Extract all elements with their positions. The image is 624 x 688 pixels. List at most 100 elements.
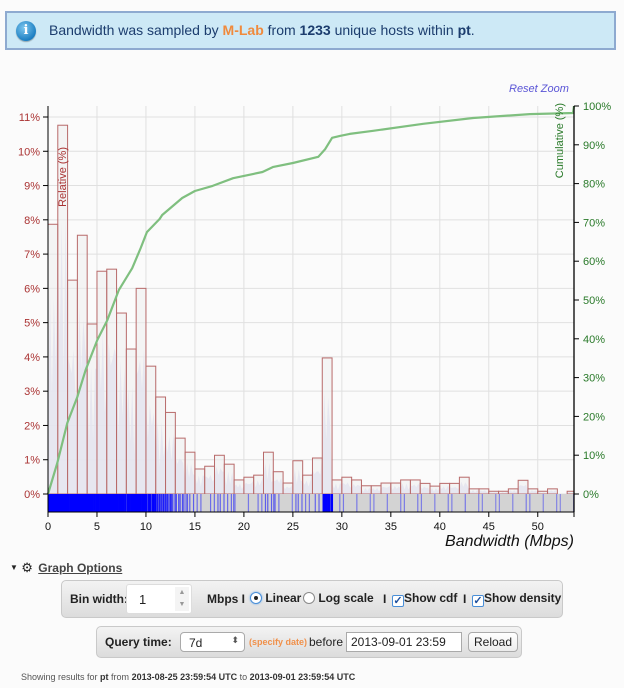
histogram-bar <box>223 463 235 495</box>
histogram-bar <box>145 365 157 495</box>
rug-tick <box>273 494 275 512</box>
results-summary: Showing results for pt from 2013-08-25 2… <box>21 672 355 682</box>
graph-options-link[interactable]: Graph Options <box>38 561 122 575</box>
linear-radio[interactable] <box>250 592 262 604</box>
bandwidth-histogram-chart[interactable]: 0% 1% 2% 3% 4% 5% 6% 7% 8% 9% 10% 11% 0% 10% 20% 30% 40%… <box>0 80 624 560</box>
rug-tick <box>451 494 453 512</box>
stepper-arrows[interactable]: ▲ ▼ <box>175 587 189 611</box>
rug-tick <box>148 494 150 512</box>
rug-tick <box>84 494 86 512</box>
rug-tick <box>230 494 232 512</box>
y-tick-label-left: 11% <box>19 112 40 124</box>
y-axis-label-right: Cumulative (%) <box>554 103 566 178</box>
rug-tick <box>71 494 73 512</box>
rug-tick <box>127 494 129 512</box>
graph-options-panel: Bin width: 1 ▲ ▼ Mbps I Linear Log scale … <box>61 580 563 618</box>
bin-width-stepper[interactable]: 1 ▲ ▼ <box>126 584 192 614</box>
rug-tick <box>464 494 466 512</box>
rug-tick <box>154 494 156 512</box>
y-tick-label-right: 0% <box>583 489 599 501</box>
y-tick-label-right: 80% <box>583 179 605 191</box>
separator: I <box>463 592 467 606</box>
rug-tick <box>81 494 84 512</box>
query-period-select[interactable]: 7d ⬍ <box>180 632 245 652</box>
rug-tick <box>481 494 483 512</box>
graph-options-toggle[interactable]: ▼ ⚙ Graph Options <box>10 560 122 576</box>
rug-tick <box>107 494 110 512</box>
step-up-icon[interactable]: ▲ <box>175 587 189 599</box>
rug-tick <box>60 494 62 512</box>
query-panel: Query time: 7d ⬍ (specify date) before 2… <box>96 626 522 658</box>
footer-start-date: 2013-08-25 23:59:54 UTC <box>131 672 238 682</box>
rug-tick <box>149 494 152 512</box>
histogram-bar <box>76 234 88 495</box>
x-tick-label: 15 <box>189 521 201 533</box>
histogram-bar <box>116 312 127 495</box>
y-tick-label-right: 100% <box>583 101 611 113</box>
footer-to: to <box>237 672 250 682</box>
rug-tick <box>525 494 527 512</box>
reset-zoom-button[interactable]: Reset Zoom <box>509 83 569 95</box>
show-cdf-option[interactable]: ✓Show cdf <box>392 591 457 607</box>
rug-tick <box>62 494 65 512</box>
rug-tick <box>58 494 60 512</box>
rug-tick <box>102 494 104 512</box>
show-density-option[interactable]: ✓Show density <box>472 591 561 607</box>
x-axis-label: Bandwidth (Mbps) <box>445 533 574 550</box>
rug-tick <box>183 494 185 512</box>
rug-tick <box>174 494 176 512</box>
rug-tick <box>92 494 94 512</box>
specify-date-link[interactable]: (specify date) <box>249 637 307 647</box>
rug-tick <box>327 494 329 512</box>
histogram-bar <box>429 485 441 495</box>
histogram-bar <box>351 479 362 495</box>
rug-tick <box>186 494 189 512</box>
histogram-bar <box>390 482 402 495</box>
log-scale-radio[interactable] <box>303 592 315 604</box>
step-down-icon[interactable]: ▼ <box>175 599 189 611</box>
linear-option[interactable]: Linear <box>250 591 301 605</box>
rug-tick <box>219 494 221 512</box>
y-tick-label-left: 6% <box>24 283 40 295</box>
rug-tick <box>100 494 102 512</box>
rug-tick <box>64 494 66 512</box>
rug-tick <box>166 494 169 512</box>
y-tick-label-left: 8% <box>24 215 40 227</box>
rug-tick <box>542 494 544 512</box>
rug-tick <box>278 494 280 512</box>
rug-tick <box>135 494 137 512</box>
y-tick-label-left: 3% <box>24 386 40 398</box>
show-cdf-checkbox[interactable]: ✓ <box>392 595 404 607</box>
show-cdf-label: Show cdf <box>404 591 458 605</box>
unit-label: Mbps I <box>207 592 245 606</box>
rug-tick <box>120 494 122 512</box>
rug-tick <box>124 494 127 512</box>
rug-tick <box>295 494 297 512</box>
histogram-bar <box>458 476 470 495</box>
histogram-bar <box>439 482 451 495</box>
info-icon: i <box>16 21 36 41</box>
source-link[interactable]: M-Lab <box>223 22 264 38</box>
log-scale-label: Log scale <box>318 591 374 605</box>
rug-tick <box>274 494 276 512</box>
log-scale-option[interactable]: Log scale <box>303 591 374 605</box>
show-density-checkbox[interactable]: ✓ <box>472 595 484 607</box>
bin-width-value[interactable]: 1 <box>139 592 146 607</box>
histogram-bar <box>243 476 255 495</box>
rug-tick <box>55 494 57 512</box>
reload-button[interactable]: Reload <box>468 632 518 652</box>
rug-tick <box>267 494 269 512</box>
rug-tick <box>67 494 69 512</box>
date-input[interactable]: 2013-09-01 23:59 <box>346 632 462 652</box>
rug-tick <box>559 494 561 512</box>
host-count: 1233 <box>299 22 331 38</box>
x-tick-label: 20 <box>238 521 250 533</box>
histogram-bar <box>311 457 323 495</box>
rug-tick <box>331 494 333 512</box>
rug-tick <box>95 494 98 512</box>
rug-tick <box>529 494 531 512</box>
histogram-bar <box>409 479 421 495</box>
rug-tick <box>163 494 165 512</box>
rug-tick <box>447 494 449 512</box>
histogram-bars <box>47 124 575 495</box>
